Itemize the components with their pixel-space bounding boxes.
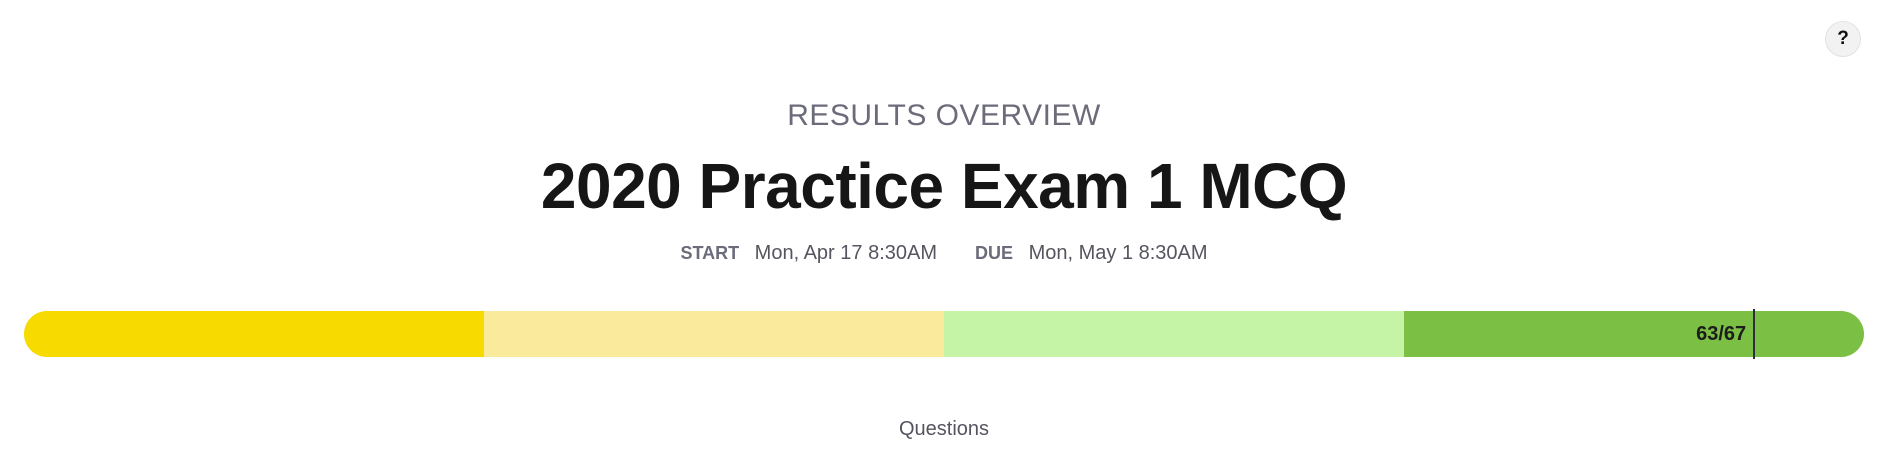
help-button[interactable]: ?: [1825, 21, 1861, 57]
score-marker: [1753, 309, 1756, 359]
start-date-value: Mon, Apr 17 8:30AM: [754, 242, 937, 264]
start-date-label: START: [680, 243, 740, 263]
score-label: 63/67: [1696, 322, 1747, 345]
start-date: START Mon, Apr 17 8:30AM: [680, 242, 937, 265]
results-overview-heading: RESULTS OVERVIEW: [787, 99, 1101, 132]
due-date: DUE Mon, May 1 8:30AM: [975, 242, 1208, 265]
score-band-3: [944, 311, 1404, 357]
questions-section-label: Questions: [898, 418, 990, 440]
score-band-1: [24, 311, 484, 357]
due-date-value: Mon, May 1 8:30AM: [1028, 242, 1208, 264]
exam-dates: START Mon, Apr 17 8:30AM DUE Mon, May 1 …: [0, 242, 1888, 265]
score-progress-bar: [24, 311, 1864, 357]
score-band-4: [1404, 311, 1864, 357]
exam-title: 2020 Practice Exam 1 MCQ: [540, 150, 1348, 222]
score-band-2: [484, 311, 944, 357]
due-date-label: DUE: [975, 243, 1014, 263]
